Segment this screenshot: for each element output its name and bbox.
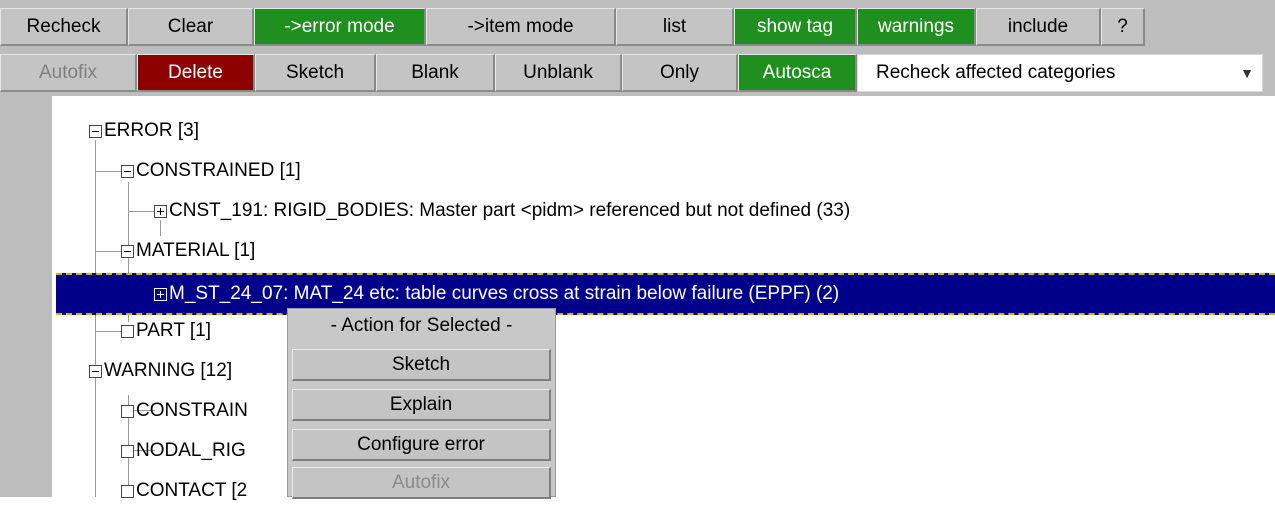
dropdown-arrow-icon[interactable]: ▼ [1240,65,1254,81]
checkbox-icon[interactable] [121,324,134,338]
error-mode-button[interactable]: ->error mode [254,8,426,46]
tree-line [96,331,122,332]
toolbar-row-2: Autofix Delete Sketch Blank Unblank Only… [0,54,1263,92]
sketch-button[interactable]: Sketch [255,54,376,92]
autofix-button[interactable]: Autofix [0,54,137,92]
tree-line [96,171,122,172]
autoscale-button[interactable]: Autosca [738,54,857,92]
tree-node-warning[interactable]: WARNING [12] [89,356,232,386]
collapse-icon[interactable] [121,244,134,258]
list-button[interactable]: list [616,8,734,46]
checkbox-icon[interactable] [121,484,134,498]
tree-node-label: CONSTRAINED [1] [136,160,301,181]
tree-node-label: MATERIAL [1] [136,240,256,261]
warnings-button[interactable]: warnings [857,8,976,46]
recheck-dropdown[interactable]: Recheck affected categories ▼ [857,54,1263,92]
dropdown-value: Recheck affected categories [876,62,1116,83]
tree-node-label: M_ST_24_07: MAT_24 etc: table curves cro… [169,283,840,304]
tree-node-cnst-191[interactable]: CNST_191: RIGID_BODIES: Master part <pid… [154,196,850,226]
tree-line [95,140,96,497]
tree-node-contact[interactable]: CONTACT [2 [121,476,247,506]
only-button[interactable]: Only [622,54,738,92]
tree-line [96,251,122,252]
tree-node-label: CONSTRAIN [136,400,248,421]
tree-node-label: NODAL_RIG [136,440,246,461]
expand-icon[interactable] [154,287,167,301]
tree-node-constrained[interactable]: CONSTRAINED [1] [121,156,301,186]
tree-node-label: CONTACT [2 [136,480,248,501]
context-menu-title: - Action for Selected - [330,315,513,336]
context-menu: - Action for Selected - Sketch Explain C… [287,308,556,499]
tree-node-material[interactable]: MATERIAL [1] [121,236,255,266]
menu-sketch-button[interactable]: Sketch [292,349,551,381]
selected-tree-row[interactable]: M_ST_24_07: MAT_24 etc: table curves cro… [56,273,1275,315]
collapse-icon[interactable] [89,124,102,138]
tree-node-m-st-24-07[interactable]: M_ST_24_07: MAT_24 etc: table curves cro… [154,279,839,309]
recheck-button[interactable]: Recheck [0,8,128,46]
collapse-icon[interactable] [121,164,134,178]
menu-explain-button[interactable]: Explain [292,389,551,421]
unblank-button[interactable]: Unblank [495,54,622,92]
tree-node-constrain[interactable]: CONSTRAIN [121,396,248,426]
include-button[interactable]: include [976,8,1101,46]
left-gutter [0,96,52,497]
tree-line [129,211,155,212]
tree-node-label: PART [1] [136,320,211,341]
expand-icon[interactable] [154,204,167,218]
help-button[interactable]: ? [1101,8,1145,46]
clear-button[interactable]: Clear [128,8,254,46]
blank-button[interactable]: Blank [376,54,495,92]
tree-node-part[interactable]: PART [1] [121,316,211,346]
toolbar-row-1: Recheck Clear ->error mode ->item mode l… [0,8,1145,46]
show-tag-button[interactable]: show tag [734,8,857,46]
tree-node-label: ERROR [3] [104,120,200,141]
checkbox-icon[interactable] [121,444,134,458]
tree-node-label: CNST_191: RIGID_BODIES: Master part <pid… [169,200,851,221]
collapse-icon[interactable] [89,364,102,378]
tree-node-nodal-rig[interactable]: NODAL_RIG [121,436,246,466]
delete-button[interactable]: Delete [137,54,255,92]
menu-configure-error-button[interactable]: Configure error [292,429,551,461]
item-mode-button[interactable]: ->item mode [426,8,616,46]
checkbox-icon[interactable] [121,404,134,418]
tree-node-label: WARNING [12] [104,360,233,381]
menu-autofix-button[interactable]: Autofix [292,467,551,499]
tree-node-error[interactable]: ERROR [3] [89,116,199,146]
